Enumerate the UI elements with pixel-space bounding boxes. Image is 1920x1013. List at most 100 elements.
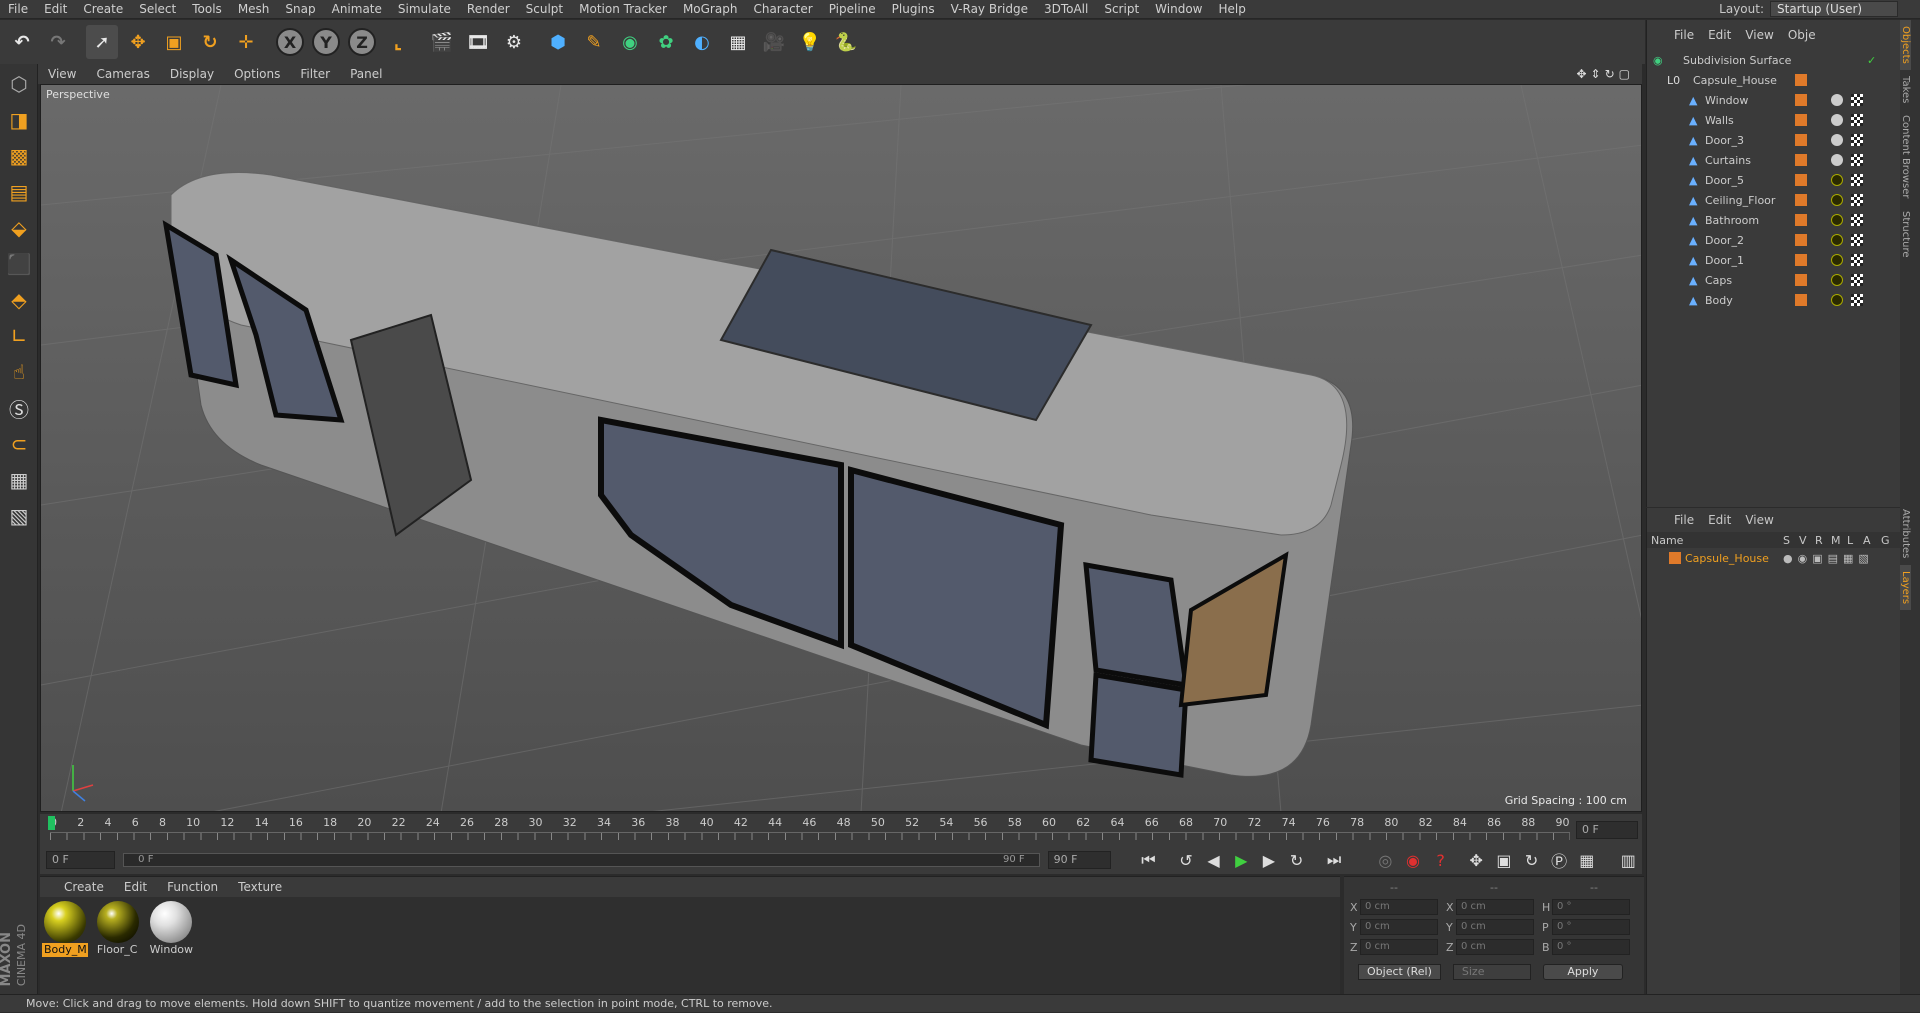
layer-color-tag[interactable] bbox=[1795, 254, 1807, 266]
layer-color-tag[interactable] bbox=[1795, 74, 1807, 86]
step-forward-icon[interactable]: ▶ bbox=[1257, 849, 1281, 871]
deformer-icon[interactable]: ◐ bbox=[686, 25, 718, 59]
key-scale-icon[interactable]: ▣ bbox=[1492, 849, 1516, 871]
goto-end-icon[interactable]: ⏭ bbox=[1322, 849, 1346, 871]
material-tag-icon[interactable] bbox=[1831, 174, 1843, 186]
object-row[interactable]: ▲ Walls bbox=[1647, 110, 1900, 130]
material-tag-icon[interactable] bbox=[1831, 254, 1843, 266]
lock-workplane-icon[interactable]: ▦ bbox=[2, 464, 36, 496]
subdivision-icon[interactable]: ◉ bbox=[614, 25, 646, 59]
layer-color-tag[interactable] bbox=[1795, 234, 1807, 246]
object-menu-view[interactable]: View bbox=[1738, 28, 1780, 42]
viewport-menu-panel[interactable]: Panel bbox=[340, 67, 392, 81]
keyframe-selection-icon[interactable]: ? bbox=[1429, 849, 1453, 871]
material-tag-icon[interactable] bbox=[1831, 94, 1843, 106]
pen-icon[interactable]: ✎ bbox=[578, 25, 610, 59]
menu-mograph[interactable]: MoGraph bbox=[675, 0, 746, 19]
cloner-icon[interactable]: ✿ bbox=[650, 25, 682, 59]
layer-menu-edit[interactable]: Edit bbox=[1701, 513, 1738, 527]
layer-color-tag[interactable] bbox=[1795, 294, 1807, 306]
uv-tag-icon[interactable] bbox=[1851, 214, 1863, 226]
material-menu-edit[interactable]: Edit bbox=[114, 880, 157, 894]
next-key-icon[interactable]: ↻ bbox=[1285, 849, 1309, 871]
frame-range-slider[interactable]: 0 F 90 F bbox=[123, 853, 1040, 867]
layer-color-tag[interactable] bbox=[1795, 174, 1807, 186]
workplane-icon[interactable]: ▤ bbox=[2, 176, 36, 208]
position-x-field[interactable]: 0 cm bbox=[1360, 899, 1438, 915]
layer-color-swatch[interactable] bbox=[1669, 552, 1681, 564]
magnet-icon[interactable]: ⊂ bbox=[2, 428, 36, 460]
menu-tools[interactable]: Tools bbox=[184, 0, 230, 19]
material-item[interactable]: Window bbox=[148, 901, 194, 957]
menu-sculpt[interactable]: Sculpt bbox=[518, 0, 571, 19]
timeline-window-icon[interactable]: ▥ bbox=[1616, 849, 1640, 871]
axis-mode-icon[interactable]: ∟ bbox=[2, 320, 36, 352]
rotation-b-field[interactable]: 0 ° bbox=[1552, 939, 1630, 955]
key-pla-icon[interactable]: ▦ bbox=[1575, 849, 1599, 871]
size-y-field[interactable]: 0 cm bbox=[1456, 919, 1534, 935]
object-row-group[interactable]: L0 Capsule_House bbox=[1647, 70, 1900, 90]
viewport-perspective[interactable]: Perspective Grid Spacing : 100 cm bbox=[40, 84, 1642, 812]
viewport-menu-view[interactable]: View bbox=[38, 67, 86, 81]
redo-icon[interactable]: ↷ bbox=[42, 25, 74, 59]
object-row[interactable]: ▲ Window bbox=[1647, 90, 1900, 110]
layer-row[interactable]: Capsule_House ●◉▣▤▦▧ bbox=[1647, 548, 1900, 568]
menu-file[interactable]: File bbox=[0, 0, 36, 19]
menu-animate[interactable]: Animate bbox=[324, 0, 390, 19]
object-row[interactable]: ▲ Curtains bbox=[1647, 150, 1900, 170]
goto-start-icon[interactable]: ⏮ bbox=[1137, 849, 1161, 871]
coordinate-system-icon[interactable]: ⌞ bbox=[382, 25, 414, 59]
menu-render[interactable]: Render bbox=[459, 0, 518, 19]
object-menu-file[interactable]: File bbox=[1667, 28, 1701, 42]
live-select-icon[interactable]: ✛ bbox=[230, 25, 262, 59]
material-menu-function[interactable]: Function bbox=[157, 880, 228, 894]
record-keys-icon[interactable]: ◎ bbox=[1374, 849, 1398, 871]
uv-tag-icon[interactable] bbox=[1851, 174, 1863, 186]
material-tag-icon[interactable] bbox=[1831, 194, 1843, 206]
uv-tag-icon[interactable] bbox=[1851, 194, 1863, 206]
uv-tag-icon[interactable] bbox=[1851, 154, 1863, 166]
menu-motion-tracker[interactable]: Motion Tracker bbox=[571, 0, 675, 19]
apply-button[interactable]: Apply bbox=[1542, 964, 1623, 980]
layer-color-tag[interactable] bbox=[1795, 194, 1807, 206]
cube-icon[interactable]: ⬢ bbox=[542, 25, 574, 59]
material-tag-icon[interactable] bbox=[1831, 274, 1843, 286]
points-mode-icon[interactable]: ⬙ bbox=[2, 212, 36, 244]
auto-key-icon[interactable]: ◉ bbox=[1401, 849, 1425, 871]
playhead[interactable] bbox=[48, 816, 55, 830]
polygons-mode-icon[interactable]: ⬘ bbox=[2, 284, 36, 316]
light-icon[interactable]: 💡 bbox=[794, 25, 826, 59]
tab-takes[interactable]: Takes bbox=[1900, 70, 1911, 109]
start-frame-field[interactable]: 0 F bbox=[46, 851, 116, 869]
uv-tag-icon[interactable] bbox=[1851, 274, 1863, 286]
layer-color-tag[interactable] bbox=[1795, 154, 1807, 166]
material-tag-icon[interactable] bbox=[1831, 294, 1843, 306]
prev-key-icon[interactable]: ↺ bbox=[1174, 849, 1198, 871]
material-tag-icon[interactable] bbox=[1831, 114, 1843, 126]
layer-color-tag[interactable] bbox=[1795, 94, 1807, 106]
layer-color-tag[interactable] bbox=[1795, 134, 1807, 146]
material-item[interactable]: Floor_C bbox=[95, 901, 141, 957]
rotation-p-field[interactable]: 0 ° bbox=[1552, 919, 1630, 935]
uv-tag-icon[interactable] bbox=[1851, 294, 1863, 306]
position-y-field[interactable]: 0 cm bbox=[1360, 919, 1438, 935]
current-frame-field[interactable]: 0 F bbox=[1576, 821, 1638, 839]
material-tag-icon[interactable] bbox=[1831, 134, 1843, 146]
render-settings-icon[interactable]: ⚙ bbox=[498, 25, 530, 59]
key-rotation-icon[interactable]: ↻ bbox=[1520, 849, 1544, 871]
move-icon[interactable]: ✥ bbox=[122, 25, 154, 59]
timeline[interactable]: 0 2 4 6 8 10 12 14 16 18 20 22 24 26 28 … bbox=[40, 814, 1642, 846]
uv-tag-icon[interactable] bbox=[1851, 114, 1863, 126]
menu-vray-bridge[interactable]: V-Ray Bridge bbox=[943, 0, 1036, 19]
size-x-field[interactable]: 0 cm bbox=[1456, 899, 1534, 915]
layer-menu-file[interactable]: File bbox=[1667, 513, 1701, 527]
tab-objects[interactable]: Objects bbox=[1900, 20, 1911, 70]
material-menu-create[interactable]: Create bbox=[54, 880, 114, 894]
object-menu-edit[interactable]: Edit bbox=[1701, 28, 1738, 42]
scale-icon[interactable]: ▣ bbox=[158, 25, 190, 59]
tab-attributes[interactable]: Attributes bbox=[1900, 503, 1911, 564]
x-axis-icon[interactable]: X bbox=[274, 25, 306, 59]
play-icon[interactable]: ▶ bbox=[1229, 849, 1253, 871]
object-row[interactable]: ▲ Door_5 bbox=[1647, 170, 1900, 190]
undo-icon[interactable]: ↶ bbox=[6, 25, 38, 59]
